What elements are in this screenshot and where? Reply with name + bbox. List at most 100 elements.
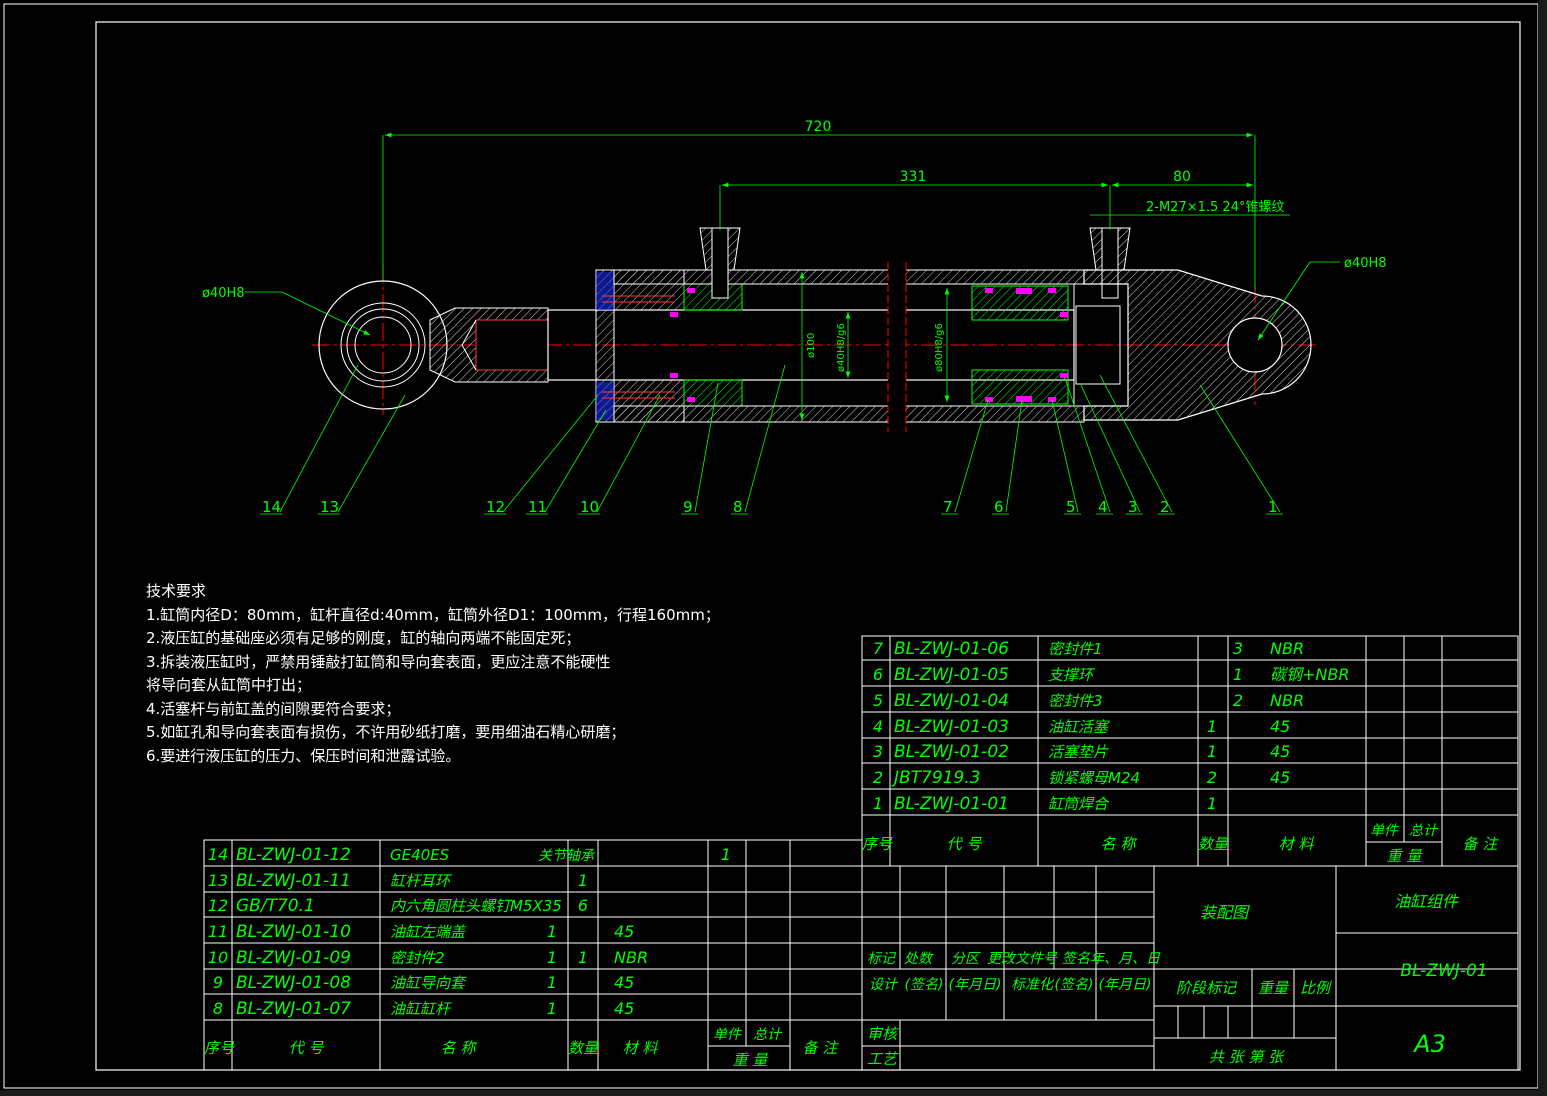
bom-right-row-qty: 2 xyxy=(1207,768,1217,787)
bom-right-row-name: 油缸活塞 xyxy=(1048,718,1110,736)
bom-left-row-name: 缸杆耳环 xyxy=(390,872,453,890)
bom-right-row-matqty: 2 xyxy=(1233,691,1243,710)
title-design-cell: (签名) xyxy=(905,977,944,993)
bom-right-row-no: 5 xyxy=(873,691,883,710)
bom-left-header-material: 材 料 xyxy=(623,1039,659,1057)
bom-left-row-code: BL-ZWJ-01-12 xyxy=(236,845,351,865)
rear-eye-bore xyxy=(1227,317,1283,373)
bom-left-header-remark: 备 注 xyxy=(803,1039,840,1057)
bom-right-row-qty: 1 xyxy=(1207,794,1217,813)
bom-right-row-code: BL-ZWJ-01-02 xyxy=(894,742,1009,762)
notes-title: 技术要求 xyxy=(146,582,207,600)
title-rev-cell: 年、月、日 xyxy=(1090,951,1161,967)
bom-left-header-code: 代 号 xyxy=(289,1039,325,1057)
title-sheets: 共 张 第 张 xyxy=(1209,1048,1285,1066)
bom-right-row-no: 4 xyxy=(873,717,883,736)
bom-left-header-unit: 单件 xyxy=(713,1027,742,1043)
bom-right-header-no: 序号 xyxy=(862,835,893,853)
bom-right-row-code: BL-ZWJ-01-03 xyxy=(894,717,1009,737)
title-sheet-size: A3 xyxy=(1412,1030,1446,1058)
bom-left-header-total: 总计 xyxy=(753,1027,783,1043)
bom-left-row-extra: 1 xyxy=(721,845,731,864)
dim-overall-length: 720 xyxy=(805,119,832,135)
bom-right-row-material: NBR xyxy=(1270,639,1304,658)
balloon-11: 11 xyxy=(528,498,547,516)
bom-right-row-material: 45 xyxy=(1270,742,1290,761)
title-stage: 阶段标记 xyxy=(1176,979,1238,997)
bom-right-header-code: 代 号 xyxy=(947,835,983,853)
bom-right-row-qty: 1 xyxy=(1207,742,1217,761)
bom-right-row-material: 45 xyxy=(1270,768,1290,787)
bom-right-header-weight: 重 量 xyxy=(1387,847,1424,865)
bom-right-header-material: 材 料 xyxy=(1279,835,1315,853)
bom-left-row-name: 内六角圆柱头螺钉M5X35 xyxy=(390,897,562,915)
bom-left-row-name: 密封件2 xyxy=(390,949,445,967)
title-design-cell: (签名) xyxy=(1055,977,1094,993)
bom-left-row-name: 油缸左端盖 xyxy=(390,923,466,941)
bom-left-row-name: GE40ES xyxy=(390,846,450,864)
notes-item-2: 2.液压缸的基础座必须有足够的刚度，缸的轴向两端不能固定死； xyxy=(146,629,581,647)
bom-left-row-material: 45 xyxy=(614,999,634,1018)
title-process: 工艺 xyxy=(867,1050,899,1068)
bom-left-row-code: BL-ZWJ-01-08 xyxy=(236,973,351,993)
bom-right-header-name: 名 称 xyxy=(1101,835,1138,853)
balloon-12: 12 xyxy=(486,498,505,516)
balloon-7: 7 xyxy=(943,498,953,516)
title-rev-cell: 分区 xyxy=(951,951,981,967)
balloon-10: 10 xyxy=(580,498,599,516)
bom-left-row-name2: 关节轴承 xyxy=(538,848,596,864)
title-rev-cell: 处数 xyxy=(904,951,934,967)
bom-left-header-weight: 重 量 xyxy=(733,1051,770,1069)
balloon-4: 4 xyxy=(1098,498,1108,516)
title-scale: 比例 xyxy=(1300,979,1332,997)
balloon-13: 13 xyxy=(320,498,339,516)
vertical-scrollbar[interactable] xyxy=(1538,0,1547,1096)
title-drawing-name: 油缸组件 xyxy=(1394,892,1460,911)
balloon-14: 14 xyxy=(262,498,281,516)
bom-right-row-code: BL-ZWJ-01-05 xyxy=(894,665,1009,685)
balloon-1: 1 xyxy=(1268,498,1278,516)
bom-left-row-name: 油缸导向套 xyxy=(390,974,467,992)
title-design-cell: 标准化 xyxy=(1011,977,1055,993)
bom-left-row-code: BL-ZWJ-01-09 xyxy=(236,948,351,968)
bom-right-header-total: 总计 xyxy=(1409,823,1439,839)
horizontal-scrollbar[interactable] xyxy=(0,1090,1547,1096)
notes-item-6: 6.要进行液压缸的压力、保压时间和泄露试验。 xyxy=(146,746,461,765)
bom-right-row-matqty: 1 xyxy=(1233,665,1243,684)
bom-left-row-code: BL-ZWJ-01-10 xyxy=(236,922,351,942)
bom-right-row-code: JBT7919.3 xyxy=(891,768,981,788)
title-design-cell: (年月日) xyxy=(949,977,1002,993)
balloon-9: 9 xyxy=(683,498,693,516)
bom-right-row-name: 支撑环 xyxy=(1048,666,1096,684)
bom-left-row-no: 8 xyxy=(213,999,223,1018)
title-drawing-code: BL-ZWJ-01 xyxy=(1400,961,1487,981)
bom-right-row-name: 活塞垫片 xyxy=(1048,743,1109,761)
bom-left-row-no: 9 xyxy=(213,973,223,992)
title-rev-cell: 签名 xyxy=(1062,951,1091,967)
title-weight: 重量 xyxy=(1258,979,1290,997)
bom-right-row-material: 碳钢+NBR xyxy=(1270,665,1349,684)
title-drawing-type: 装配图 xyxy=(1200,903,1250,922)
title-design-cell: 设计 xyxy=(869,977,899,993)
cylinder-tube-bottom xyxy=(613,405,1085,423)
rod-eye-thread xyxy=(475,319,549,371)
dim-port-thread: 2-M27×1.5 24°锥螺纹 xyxy=(1146,200,1284,215)
bom-left-row-qty-b: 6 xyxy=(578,896,588,915)
bom-left-row-qty-a: 1 xyxy=(547,999,557,1018)
bom-left-row-material: NBR xyxy=(614,948,648,967)
bom-right-row-name: 锁紧螺母M24 xyxy=(1048,769,1140,787)
bom-right-row-no: 1 xyxy=(873,794,883,813)
bom-left-row-name: 油缸缸杆 xyxy=(390,1000,452,1018)
bom-left-row-no: 13 xyxy=(208,871,228,890)
bom-right-row-no: 7 xyxy=(873,639,884,658)
dim-port-distance: 331 xyxy=(900,169,927,185)
cylinder-assembly-view: 720 331 80 2-M27×1.5 24°锥螺纹 ø40H8 ø40H8 … xyxy=(202,119,1387,513)
cylinder-tube-top xyxy=(613,269,1085,285)
bom-right-row-no: 3 xyxy=(873,742,883,761)
bom-left-row-no: 14 xyxy=(208,845,228,864)
bom-right-row-name: 密封件1 xyxy=(1048,640,1103,658)
balloon-numbers: 14 13 12 11 10 9 8 7 6 5 4 3 2 1 xyxy=(260,498,1283,516)
cad-drawing-canvas[interactable]: 720 331 80 2-M27×1.5 24°锥螺纹 ø40H8 ø40H8 … xyxy=(0,0,1547,1096)
notes-item-5: 5.如缸孔和导向套表面有损伤，不许用砂纸打磨，要用细油石精心研磨； xyxy=(146,723,626,741)
bom-right-header-unit: 单件 xyxy=(1370,823,1399,839)
